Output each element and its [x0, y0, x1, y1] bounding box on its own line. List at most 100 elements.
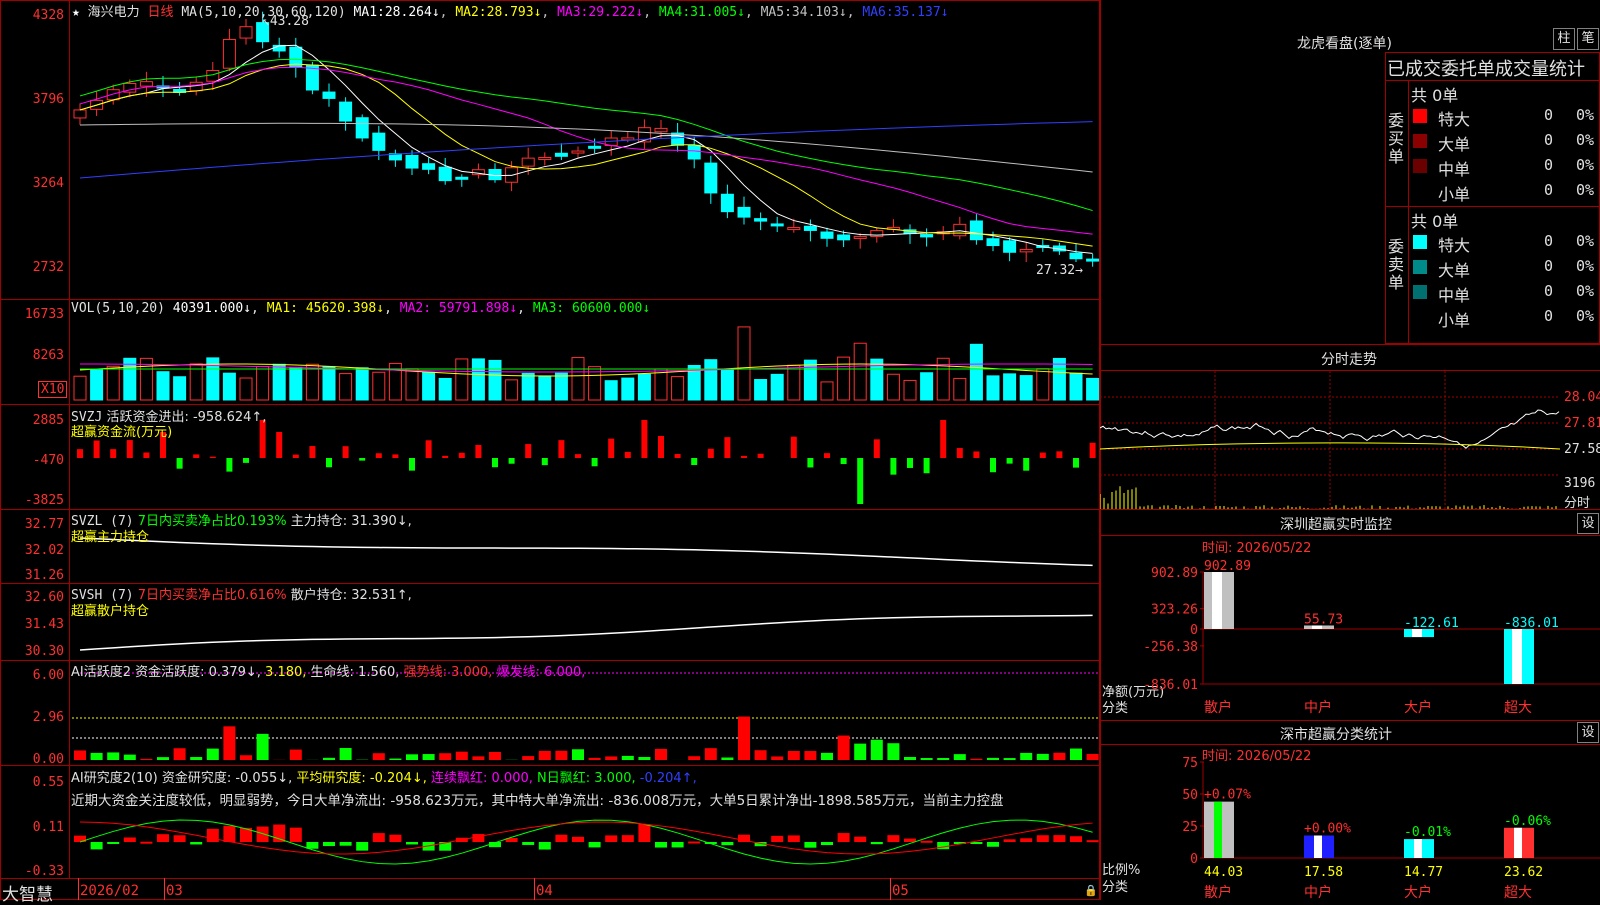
bar-mode-button[interactable]: 柱: [1553, 28, 1575, 50]
date-tick: [78, 878, 79, 900]
classify-bar-pct: 23.62: [1504, 865, 1543, 880]
ai2-bar: [174, 835, 186, 842]
sell-pct: 0%: [1576, 257, 1594, 275]
sell-row: 小单00%: [1411, 305, 1600, 329]
ai2-bar: [887, 835, 899, 842]
svzj-bar: [475, 445, 481, 458]
vol-name: VOL(5,10,20): [71, 301, 165, 316]
ai2-bar: [638, 824, 650, 842]
ai2-comment: 近期大资金关注度较低，明显弱势，今日大单净流出: -958.623万元，其中特大…: [71, 789, 1099, 809]
ai1-bar: [954, 754, 966, 760]
ai1-bar: [638, 757, 650, 760]
ai2-bar: [1087, 840, 1099, 842]
buy-row: 中单00%: [1411, 154, 1600, 178]
svzj-bar: [758, 454, 764, 458]
ai2-bar: [157, 834, 169, 842]
volume-bar: [456, 359, 468, 400]
brand-logo[interactable]: 大智慧: [2, 880, 53, 905]
volume-bar: [622, 378, 634, 400]
candle-body: [423, 164, 435, 170]
volume-bar: [406, 369, 418, 400]
volume-bar: [423, 372, 435, 400]
volume-bar: [1004, 374, 1016, 400]
stock-chart-svg[interactable]: [0, 0, 1100, 900]
monitor-bar-category: 大户: [1404, 699, 1432, 716]
ai2-v2: 平均研究度: -0.204↓,: [296, 771, 426, 786]
svzj-bar: [376, 453, 382, 458]
ai2-bar: [306, 842, 318, 849]
classify-bar-delta: -0.06%: [1504, 814, 1551, 829]
volume-bar: [522, 373, 534, 400]
ai1-bar: [290, 750, 302, 760]
candle-body: [954, 224, 966, 235]
ai1-bar: [970, 759, 982, 760]
ai1-header: AI活跃度2 资金活跃度: 0.379↓, 3.180, 生命线: 1.560,…: [71, 661, 585, 680]
svzj-bar: [542, 458, 548, 465]
lhb-tabs[interactable]: 已成交委托单成交量统计: [1387, 55, 1585, 81]
ai2-v5: -0.204↑,: [640, 771, 697, 786]
buy-name: 大单: [1438, 131, 1470, 155]
svzj-bar: [957, 448, 963, 458]
volume-bar: [738, 327, 750, 400]
stock-name[interactable]: 海兴电力: [88, 5, 140, 20]
svzj-bar: [708, 449, 714, 458]
high-price-mark: ↖43.28: [262, 14, 309, 29]
candle-body: [140, 82, 152, 86]
ai1-bar: [190, 757, 202, 760]
ai2-bar: [356, 842, 368, 851]
volume-bar: [954, 378, 966, 400]
ma5-line: [80, 123, 1093, 172]
intraday-price-label: 28.04: [1564, 390, 1600, 405]
candle-body: [223, 39, 235, 68]
candle-body: [373, 133, 385, 150]
svzj-bar: [309, 446, 315, 458]
ai2-bar: [207, 829, 219, 842]
monitor-divider: [1100, 509, 1600, 510]
ai2-bar: [572, 837, 584, 842]
candle-body: [921, 235, 933, 237]
svzj-bar: [857, 458, 863, 504]
ai2-bar: [1037, 835, 1049, 842]
volume-bar: [605, 381, 617, 400]
ai1-bar: [1004, 758, 1016, 760]
monitor-settings-button[interactable]: 设: [1577, 513, 1599, 534]
intraday-chart-svg[interactable]: [1100, 371, 1560, 509]
period-label[interactable]: 日线: [148, 5, 174, 20]
ai2-bar: [688, 841, 700, 843]
svzj-bar: [874, 439, 880, 458]
buy-side-label: 委买单: [1388, 112, 1406, 166]
ai1-v1: 资金活跃度: 0.379↓,: [135, 665, 261, 680]
ai2-bar: [838, 833, 850, 842]
volume-bar: [672, 377, 684, 400]
monitor-bar-value: 902.89: [1204, 559, 1251, 574]
volume-bar: [373, 372, 385, 400]
sell-qty: 0: [1544, 307, 1553, 325]
candle-body: [456, 177, 468, 179]
ai1-v2: 3.180,: [265, 665, 306, 680]
lock-icon[interactable]: 🔒: [1084, 884, 1098, 897]
ai1-bar: [987, 758, 999, 760]
ai1-bar: [423, 754, 435, 760]
date-label: 2026/02: [80, 883, 139, 899]
volume-bar: [904, 380, 916, 400]
lhb-divider: [1385, 80, 1600, 81]
tick-mode-button[interactable]: 笔: [1577, 28, 1599, 50]
classify-chart-svg[interactable]: 7550250+0.07%44.03散户+0.00%17.58中户-0.01%1…: [1100, 745, 1600, 900]
svzj-bar: [575, 454, 581, 458]
svzj-bar: [226, 458, 232, 472]
ai1-bar: [871, 740, 883, 760]
candle-body: [804, 226, 816, 230]
candle-body: [406, 155, 418, 168]
classify-title: 深市超赢分类统计: [1280, 724, 1392, 744]
volume-bar: [854, 343, 866, 400]
classify-settings-button[interactable]: 设: [1577, 722, 1599, 743]
buy-total: 共 0单: [1411, 82, 1458, 106]
candle-body: [555, 153, 567, 156]
svzl-line: [80, 538, 1093, 565]
candle-body: [738, 207, 750, 217]
monitor-chart-svg[interactable]: 902.89323.260-256.38-836.01902.89散户55.73…: [1100, 536, 1600, 720]
ai1-bar: [223, 726, 235, 760]
monitor-axis-label: -256.38: [1143, 640, 1198, 655]
volume-bar: [74, 376, 86, 400]
sell-side-label: 委卖单: [1388, 238, 1406, 292]
